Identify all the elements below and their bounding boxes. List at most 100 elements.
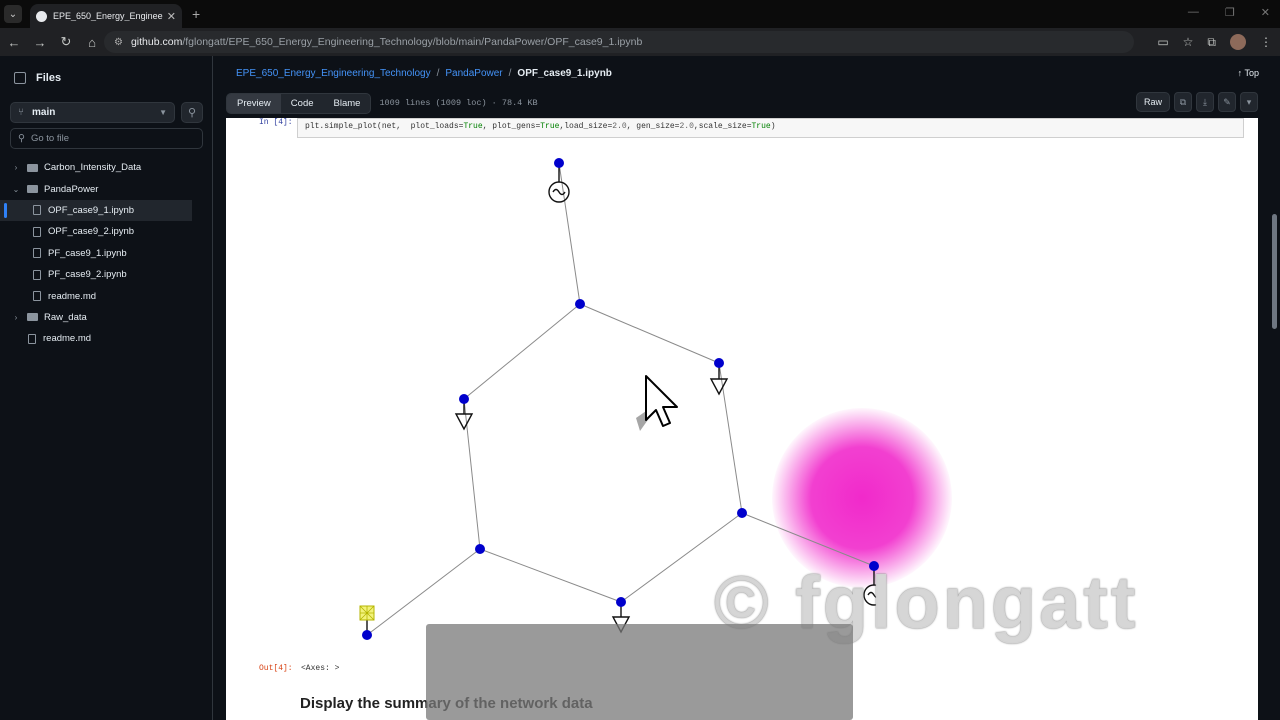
file-view: EPE_650_Energy_Engineering_Technology / … <box>213 56 1280 720</box>
bus-node <box>362 630 372 640</box>
load-icon <box>709 378 729 396</box>
copy-icon[interactable]: ⧉ <box>1174 92 1192 112</box>
tree-item-opf-case9-1[interactable]: OPF_case9_1.ipynb <box>0 199 192 222</box>
bus-node <box>475 544 485 554</box>
bus-node <box>554 158 564 168</box>
network-line <box>718 362 743 514</box>
tab-code[interactable]: Code <box>281 94 324 113</box>
edit-icon[interactable]: ✎ <box>1218 92 1236 112</box>
forward-icon[interactable]: → <box>28 35 52 50</box>
breadcrumb-separator: / <box>436 68 440 79</box>
network-line <box>558 162 581 305</box>
network-line <box>463 303 581 400</box>
tree-item-pf-case9-2[interactable]: PF_case9_2.ipynb <box>0 264 213 285</box>
network-line <box>463 398 481 550</box>
minimize-icon[interactable]: — <box>1188 6 1199 19</box>
folder-open-icon <box>27 185 38 194</box>
extensions-icon[interactable]: ⧉ <box>1207 35 1216 50</box>
file-meta: 1009 lines (1009 loc) · 78.4 KB <box>379 98 538 108</box>
tree-item-readme-pandapower[interactable]: readme.md <box>0 285 213 306</box>
output-text: <Axes: > <box>301 664 340 673</box>
view-mode-switch: Preview Code Blame <box>226 92 372 114</box>
tree-item-label: OPF_case9_1.ipynb <box>48 204 135 216</box>
tree-item-opf-case9-2[interactable]: OPF_case9_2.ipynb <box>0 221 213 242</box>
tree-item-label: PF_case9_1.ipynb <box>48 247 127 259</box>
go-to-file-input[interactable]: ⚲ Go to file <box>10 128 203 149</box>
chevron-down-icon[interactable]: ⌄ <box>11 185 21 194</box>
ext-grid-icon <box>359 605 375 621</box>
network-line <box>579 303 720 364</box>
bus-node <box>616 597 626 607</box>
new-tab-icon[interactable]: + <box>192 6 200 22</box>
close-tab-icon[interactable]: ✕ <box>167 10 176 23</box>
scrollbar-thumb[interactable] <box>1272 214 1277 329</box>
tree-item-raw-data[interactable]: › Raw_data <box>0 307 213 328</box>
folder-icon <box>27 163 38 172</box>
files-title: Files <box>36 72 62 84</box>
maximize-icon[interactable]: ❐ <box>1225 6 1235 19</box>
avatar[interactable] <box>1230 34 1246 50</box>
tab-blame[interactable]: Blame <box>324 94 371 113</box>
file-icon <box>33 205 41 216</box>
reload-icon[interactable]: ↻ <box>54 34 78 50</box>
tree-item-label: PandaPower <box>44 183 99 195</box>
menu-icon[interactable]: ⋮ <box>1260 35 1272 49</box>
window-controls: — ❐ ✕ <box>1188 6 1270 19</box>
cast-icon[interactable]: ▭ <box>1157 35 1168 49</box>
file-icon <box>28 333 36 344</box>
url-path: /fglongatt/EPE_650_Energy_Engineering_Te… <box>182 36 643 48</box>
tree-item-label: PF_case9_2.ipynb <box>48 269 127 281</box>
notebook-preview: In [4]: plt.simple_plot(net, plot_loads=… <box>226 118 1258 720</box>
tree-item-label: readme.md <box>48 290 97 302</box>
file-icon <box>33 269 41 280</box>
tree-item-label: readme.md <box>43 333 92 345</box>
bookmark-star-icon[interactable]: ☆ <box>1183 35 1194 49</box>
breadcrumb-repo-link[interactable]: EPE_650_Energy_Engineering_Technology <box>236 68 431 79</box>
browser-tab-bar: ⌄ EPE_650_Energy_Engineering_Te ✕ + — ❐ … <box>0 0 1280 28</box>
file-toolbar: Preview Code Blame 1009 lines (1009 loc)… <box>226 92 1258 114</box>
tab-list-chevron-icon[interactable]: ⌄ <box>4 5 22 23</box>
home-icon[interactable]: ⌂ <box>80 35 104 50</box>
file-actions: Raw ⧉ ⤓ ✎ ▾ <box>1135 92 1258 112</box>
tree-item-label: Carbon_Intensity_Data <box>44 162 142 174</box>
search-icon[interactable]: ⚲ <box>181 102 203 123</box>
back-icon[interactable]: ← <box>2 35 26 50</box>
file-tree: › Carbon_Intensity_Data ⌄ PandaPower OPF… <box>0 157 213 350</box>
browser-actions: ▭ ☆ ⧉ ⋮ <box>1157 34 1272 50</box>
chevron-right-icon[interactable]: › <box>11 313 21 322</box>
tree-item-pandapower[interactable]: ⌄ PandaPower <box>0 178 213 199</box>
top-link[interactable]: ↑ Top <box>1238 68 1259 78</box>
arrow-up-icon: ↑ <box>1237 68 1243 78</box>
tab-preview[interactable]: Preview <box>227 93 281 113</box>
address-bar[interactable]: ⚙ github.com/fglongatt/EPE_650_Energy_En… <box>104 31 1134 53</box>
tree-item-carbon-intensity-data[interactable]: › Carbon_Intensity_Data <box>0 157 213 178</box>
browser-toolbar: ← → ↻ ⌂ ⚙ github.com/fglongatt/EPE_650_E… <box>0 28 1280 56</box>
raw-button[interactable]: Raw <box>1135 92 1170 112</box>
chevron-down-icon[interactable]: ▾ <box>1240 92 1258 112</box>
close-window-icon[interactable]: ✕ <box>1261 6 1270 19</box>
tab-title: EPE_650_Energy_Engineering_Te <box>53 11 163 21</box>
bus-node <box>737 508 747 518</box>
output-prompt: Out[4]: <box>259 664 293 673</box>
browser-tab[interactable]: EPE_650_Energy_Engineering_Te ✕ <box>30 4 182 28</box>
url-host: github.com <box>130 36 183 48</box>
breadcrumb: EPE_650_Energy_Engineering_Technology / … <box>236 68 612 79</box>
tree-item-pf-case9-1[interactable]: PF_case9_1.ipynb <box>0 243 213 264</box>
breadcrumb-separator: / <box>508 68 512 79</box>
branch-selector[interactable]: ⑂ main ▼ <box>10 102 175 123</box>
files-header: Files <box>14 72 61 84</box>
download-icon[interactable]: ⤓ <box>1196 92 1214 112</box>
scrollbar[interactable] <box>1269 56 1280 720</box>
github-icon <box>36 10 47 22</box>
panel-icon[interactable] <box>14 72 26 84</box>
chevron-down-icon: ▼ <box>159 108 167 117</box>
folder-icon <box>27 313 38 322</box>
site-info-icon[interactable]: ⚙ <box>114 37 123 48</box>
chevron-right-icon[interactable]: › <box>11 163 21 172</box>
breadcrumb-file: OPF_case9_1.ipynb <box>517 68 612 79</box>
tree-item-readme-root[interactable]: readme.md <box>0 328 213 349</box>
tree-item-label: Raw_data <box>44 311 87 323</box>
breadcrumb-folder-link[interactable]: PandaPower <box>445 68 502 79</box>
tree-item-label: OPF_case9_2.ipynb <box>48 226 135 238</box>
network-line <box>741 512 875 567</box>
